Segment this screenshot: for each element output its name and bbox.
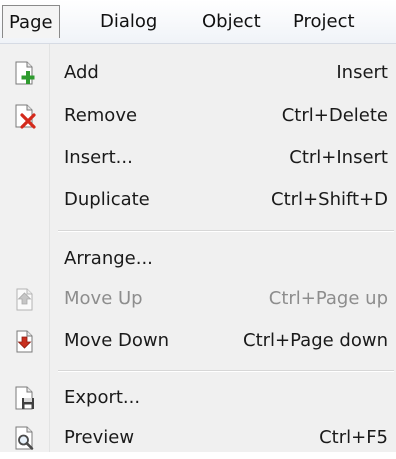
menu-item-label: Duplicate [64,189,150,210]
menu-item-shortcut: Ctrl+Delete [281,105,388,126]
menu-item-label: Arrange... [64,248,153,269]
menu-item-insert[interactable]: Insert... Ctrl+Insert [0,137,396,179]
move-up-icon [16,288,33,311]
menu-item-label: Add [64,62,99,83]
menu-item-export[interactable]: Export... [0,377,396,419]
menu-item-shortcut: Ctrl+Page down [243,330,388,351]
menu-item-move-down[interactable]: Move Down Ctrl+Page down [0,320,396,362]
menu-item-label: Remove [64,105,138,126]
menubar-dialog[interactable]: Dialog [100,5,157,38]
menubar-object[interactable]: Object [202,5,261,38]
menu-item-remove[interactable]: Remove Ctrl+Delete [0,95,396,137]
page-add-icon [15,61,35,85]
menu-item-shortcut: Ctrl+Insert [289,147,388,168]
menu-item-label: Move Down [64,330,169,351]
menu-separator [58,370,394,372]
menu-item-shortcut: Ctrl+F5 [319,427,388,448]
menu-separator [58,230,394,232]
menu-item-shortcut: Ctrl+Shift+D [271,189,388,210]
menu-item-label: Preview [64,427,135,448]
menu-item-label: Insert... [64,147,133,168]
page-remove-icon [15,104,36,129]
menubar-project[interactable]: Project [293,5,355,38]
menu-item-shortcut: Insert [336,62,388,83]
move-down-icon [16,330,33,353]
menu-bar: Page Dialog Object Project [0,0,396,44]
menu-item-move-up[interactable]: Move Up Ctrl+Page up [0,278,396,320]
menu-item-duplicate[interactable]: Duplicate Ctrl+Shift+D [0,179,396,221]
menu-item-preview[interactable]: Preview Ctrl+F5 [0,417,396,459]
page-menu-dropdown: Add Insert Remove Ctrl+Delete Insert... … [0,44,396,452]
menu-item-label: Move Up [64,288,143,309]
menu-item-arrange[interactable]: Arrange... [0,238,396,280]
page-preview-icon [15,426,34,450]
page-export-icon [15,386,34,410]
menu-item-shortcut: Ctrl+Page up [268,288,388,309]
menu-item-add[interactable]: Add Insert [0,52,396,94]
menubar-page[interactable]: Page [2,5,60,38]
menu-item-label: Export... [64,387,141,408]
